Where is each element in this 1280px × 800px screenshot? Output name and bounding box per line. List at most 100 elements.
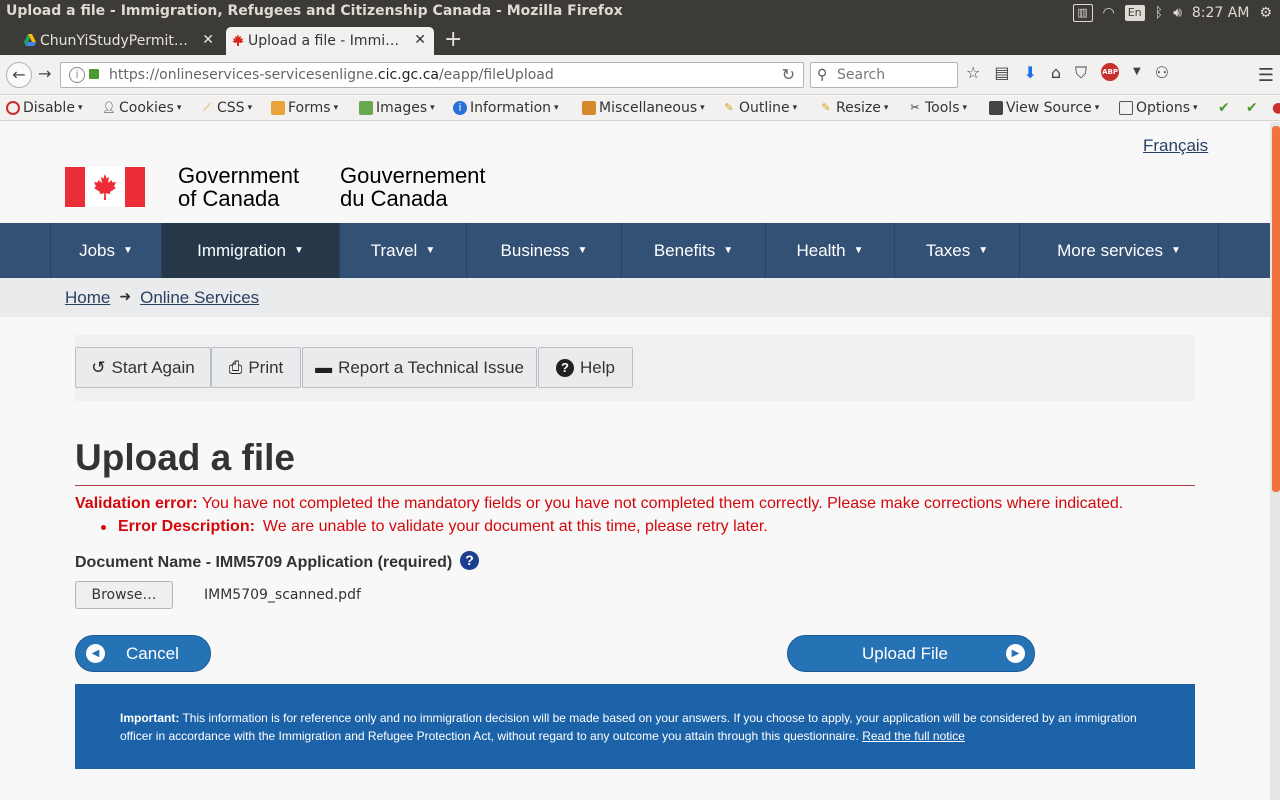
scrollbar-thumb[interactable]	[1272, 126, 1280, 492]
dev-menu-label: Resize	[836, 100, 881, 116]
chevron-right-circle-icon: ▶	[1006, 644, 1025, 663]
breadcrumb-link-online-services[interactable]: Online Services	[140, 288, 259, 308]
chevron-left-circle-icon: ◀	[86, 644, 105, 663]
menu-item-benefits[interactable]: Benefits ▼	[621, 223, 765, 278]
dev-menu-disable[interactable]: Disable ▾	[6, 100, 82, 116]
clock[interactable]: 8:27 AM	[1192, 5, 1250, 21]
bluetooth-icon[interactable]: ᛒ	[1155, 5, 1163, 21]
reload-icon[interactable]: ↻	[782, 63, 795, 87]
dev-menu-resize[interactable]: ✎ Resize ▾	[819, 100, 888, 116]
maple-leaf-icon	[94, 174, 116, 200]
dev-menu-label: Information	[470, 100, 552, 116]
chevron-down-icon: ▾	[1094, 103, 1100, 113]
menu-item-label: Immigration	[197, 240, 286, 260]
search-input[interactable]: ⚲ Search	[810, 62, 958, 88]
new-tab-plus-icon[interactable]: +	[444, 27, 462, 52]
bookmark-star-icon[interactable]: ☆	[966, 63, 980, 83]
question-mark-help-icon[interactable]: ?	[460, 551, 479, 570]
pocket-icon[interactable]: ⛉	[1075, 63, 1087, 83]
breadcrumb: Home ➜ Online Services	[65, 288, 259, 308]
dev-menu-forms[interactable]: Forms ▾	[271, 100, 338, 116]
dev-menu-view-source[interactable]: View Source ▾	[989, 100, 1099, 116]
images-icon	[359, 101, 373, 115]
address-bar[interactable]: i https://onlineservices-servicesenligne…	[60, 62, 804, 88]
help-button[interactable]: ? Help	[538, 347, 633, 388]
back-arrow-icon[interactable]: ←	[6, 62, 32, 88]
menu-item-label: Jobs	[79, 240, 115, 260]
checkmark-icon[interactable]: ✔	[1218, 100, 1230, 116]
language-toggle-link[interactable]: Français	[1143, 136, 1208, 156]
refresh-icon: ↺	[91, 357, 106, 377]
home-icon[interactable]: ⌂	[1051, 63, 1061, 83]
dev-menu-label: Miscellaneous	[599, 100, 698, 116]
breadcrumb-link-home[interactable]: Home	[65, 288, 110, 308]
lock-icon[interactable]	[89, 69, 99, 79]
dev-menu-tools[interactable]: ✂ Tools ▾	[908, 100, 967, 116]
chevron-down-icon: ▼	[293, 245, 304, 256]
print-button[interactable]: ⎙ Print	[211, 347, 301, 388]
menu-item-business[interactable]: Business ▼	[466, 223, 621, 278]
outline-pencil-icon: ✎	[724, 101, 734, 114]
wifi-icon[interactable]: ◠	[1103, 5, 1115, 21]
menu-item-taxes[interactable]: Taxes ▼	[894, 223, 1019, 278]
tab-drive-document[interactable]: ChunYiStudyPermit… ✕	[18, 27, 222, 55]
system-tray: ▥ ◠ En ᛒ 🔊︎ 8:27 AM ⚙	[1072, 0, 1280, 25]
dev-menu-options[interactable]: Options ▾	[1119, 100, 1198, 116]
chevron-down-icon[interactable]: ▼	[1133, 63, 1141, 83]
menu-item-immigration[interactable]: Immigration ▼	[161, 223, 339, 278]
menu-item-jobs[interactable]: Jobs ▼	[50, 223, 161, 278]
chevron-down-icon: ▼	[123, 245, 133, 256]
bullet-icon	[101, 524, 106, 530]
close-tab-icon[interactable]: ✕	[202, 32, 214, 48]
dev-menu-images[interactable]: Images ▾	[359, 100, 435, 116]
wordmark-line: Gouvernement	[340, 163, 486, 188]
tab-upload-file[interactable]: Upload a file - Immi… ✕	[226, 27, 434, 55]
title-divider	[75, 485, 1195, 486]
dev-menu-label: CSS	[217, 100, 245, 116]
read-full-notice-link[interactable]: Read the full notice	[862, 729, 965, 743]
forms-icon	[271, 101, 285, 115]
dev-menu-miscellaneous[interactable]: Miscellaneous ▾	[582, 100, 705, 116]
dev-menu-cookies[interactable]: 👤︎ Cookies ▾	[102, 100, 181, 116]
upload-file-button[interactable]: Upload File ▶	[787, 635, 1035, 672]
cancel-button[interactable]: ◀ Cancel	[75, 635, 211, 672]
keyboard-layout-indicator[interactable]: En	[1124, 4, 1145, 21]
menu-item-health[interactable]: Health ▼	[765, 223, 894, 278]
adblock-plus-icon[interactable]: ABP	[1101, 63, 1120, 81]
dev-menu-label: Options	[1136, 100, 1191, 116]
extension-icon[interactable]: ⚇	[1155, 63, 1169, 83]
menu-item-travel[interactable]: Travel ▼	[339, 223, 466, 278]
tab-label: ChunYiStudyPermit…	[40, 33, 188, 49]
error-indicator-icon[interactable]: ●	[1272, 100, 1280, 116]
error-description-message: We are unable to validate your document …	[262, 518, 768, 535]
report-technical-issue-button[interactable]: ▬ Report a Technical Issue	[302, 347, 537, 388]
checkmark-icon[interactable]: ✔	[1246, 100, 1258, 116]
chevron-down-icon: ▾	[430, 103, 435, 113]
dev-menu-label: Cookies	[119, 100, 174, 116]
volume-icon[interactable]: 🔊︎	[1173, 5, 1182, 21]
dev-menu-css[interactable]: ⟋ CSS ▾	[200, 100, 252, 116]
menu-hamburger-icon[interactable]: ☰	[1258, 65, 1274, 86]
miscellaneous-icon	[582, 101, 596, 115]
resize-ruler-icon: ✎	[821, 101, 831, 114]
dev-menu-information[interactable]: i Information ▾	[453, 100, 559, 116]
chevron-down-icon: ▾	[77, 103, 83, 113]
validation-error-summary: Validation error: You have not completed…	[75, 495, 1123, 513]
indicator-icon[interactable]: ▥	[1072, 3, 1093, 22]
tab-strip: ChunYiStudyPermit… ✕ Upload a file - Imm…	[0, 25, 1280, 55]
dev-menu-label: Outline	[739, 100, 790, 116]
page-scrollbar[interactable]	[1270, 122, 1280, 800]
info-icon[interactable]: i	[69, 67, 85, 83]
maple-leaf-icon	[232, 34, 244, 46]
menu-item-more-services[interactable]: More services ▼	[1019, 223, 1219, 278]
chevron-down-icon: ▾	[554, 103, 559, 113]
start-again-button[interactable]: ↺ Start Again	[75, 347, 211, 388]
dev-menu-outline[interactable]: ✎ Outline ▾	[722, 100, 797, 116]
browse-file-button[interactable]: Browse…	[75, 581, 173, 609]
downloads-icon[interactable]: ⬇	[1023, 63, 1036, 83]
close-tab-icon[interactable]: ✕	[414, 32, 426, 48]
reading-list-icon[interactable]: ▤	[994, 63, 1009, 83]
print-label: Print	[248, 357, 284, 377]
power-gear-icon[interactable]: ⚙	[1259, 5, 1272, 21]
forward-arrow-icon[interactable]: →	[38, 64, 51, 83]
